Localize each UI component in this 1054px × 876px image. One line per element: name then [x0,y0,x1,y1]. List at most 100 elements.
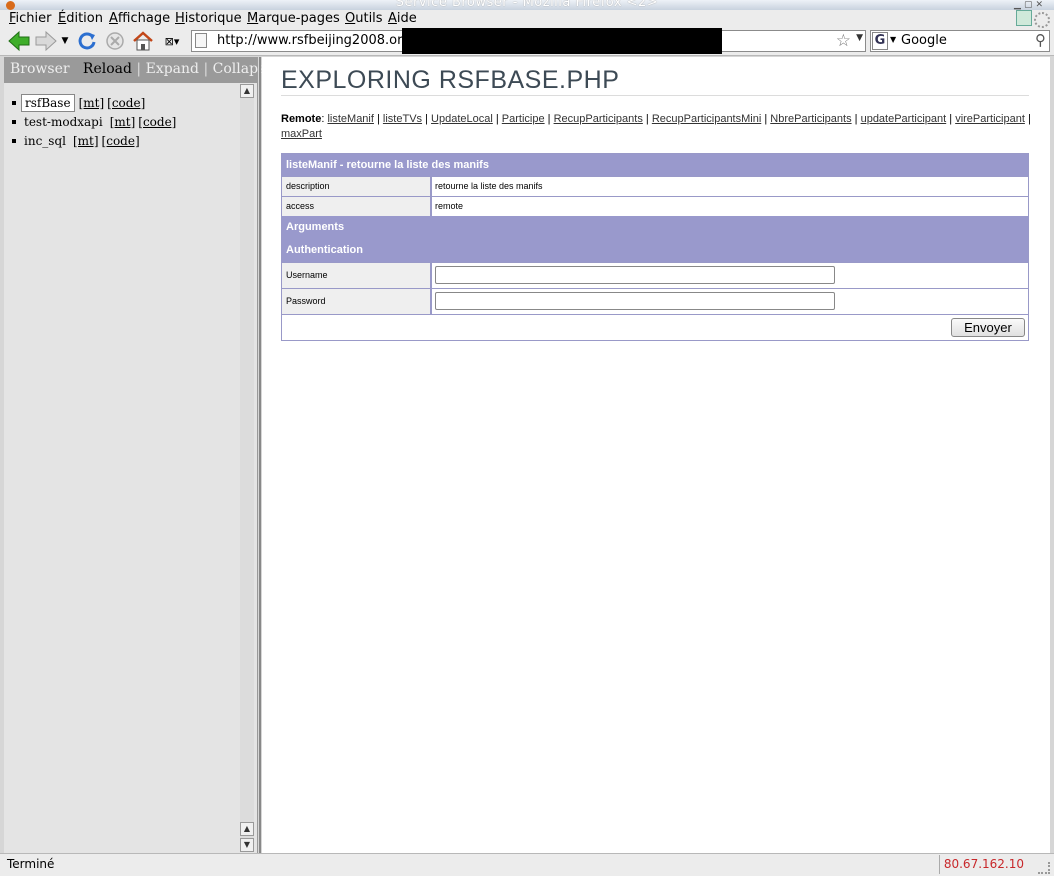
menu-outils[interactable]: Outils [345,11,383,26]
method-link[interactable]: UpdateLocal [431,113,493,125]
history-dropdown[interactable]: ▼ [59,30,71,52]
authentication-header: Authentication [282,239,1028,262]
username-row: Username [282,262,1028,288]
window-titlebar: Service Browser - Mozilla Firefox <2> ▁▢… [0,0,1054,10]
home-button[interactable] [130,30,156,52]
sidebar-scrollbar[interactable]: ▲ ▲ ▼ [240,84,254,852]
method-link[interactable]: NbreParticipants [770,113,851,125]
sidebar-header: Browser Reload | Expand | Collapse [4,57,274,83]
password-row: Password [282,288,1028,314]
method-link[interactable]: RecupParticipantsMini [652,113,761,125]
access-label: access [282,197,432,216]
envoyer-button[interactable]: Envoyer [951,318,1025,337]
page-title: EXPLORING RSFBASE.PHP [281,66,620,94]
extension-dropdown[interactable]: ⊠▾ [158,30,186,52]
bullet-icon [12,100,16,105]
separator: | [203,61,209,77]
resize-grip-icon[interactable] [1038,862,1050,874]
method-link[interactable]: listeTVs [383,113,422,125]
method-link[interactable]: updateParticipant [861,113,947,125]
reload-icon [78,32,96,50]
code-link[interactable]: [code] [107,96,145,110]
password-field[interactable] [435,292,835,310]
description-label: description [282,177,432,196]
remote-label: Remote [281,113,322,125]
scroll-down-icon[interactable]: ▼ [240,838,254,852]
tree-item-name[interactable]: inc_sql [21,133,69,149]
stop-icon [106,32,124,50]
scroll-up-icon[interactable]: ▲ [240,84,254,98]
search-bar[interactable]: G ▼ Google ⚲ [870,30,1050,52]
method-panel-header: listeManif - retourne la liste des manif… [282,154,1028,176]
password-cell [432,289,1028,314]
arguments-header: Arguments [282,216,1028,239]
mt-link[interactable]: [mt] [79,96,105,110]
access-value: remote [435,201,464,211]
title-divider [281,95,1029,96]
service-tree: rsfBase [mt] [code] test-modxapi [mt] [c… [12,93,179,150]
description-row: description retourne la liste des manifs [282,176,1028,196]
submit-row: Envoyer [282,314,1028,340]
sidebar-browser-link[interactable]: Browser [10,61,70,77]
search-icon[interactable]: ⚲ [1035,31,1046,49]
stop-button[interactable] [104,30,126,52]
description-value: retourne la liste des manifs [435,181,543,191]
bullet-icon [12,119,16,124]
remote-methods-list: Remote: listeManif | listeTVs | UpdateLo… [281,113,1031,140]
sidebar: Browser Reload | Expand | Collapse rsfBa… [4,57,274,853]
forward-button[interactable] [33,30,59,52]
separator: | [136,61,142,77]
back-arrow-icon [8,30,30,52]
tree-item-inc-sql: inc_sql [mt] [code] [12,131,179,150]
main-content: EXPLORING RSFBASE.PHP Remote: listeManif… [262,57,1050,853]
ip-address: 80.67.162.10 [938,855,1028,874]
menu-affichage[interactable]: Affichage [109,11,170,26]
search-engine-icon[interactable]: G [872,32,888,50]
search-engine-dropdown[interactable]: ▼ [890,35,896,44]
tree-item-test-modxapi: test-modxapi [mt] [code] [12,112,179,131]
tree-item-name[interactable]: rsfBase [21,93,75,112]
mt-link[interactable]: [mt] [73,134,99,148]
tree-item-name[interactable]: test-modxapi [21,114,106,130]
mt-link[interactable]: [mt] [110,115,136,129]
window-frame-right [1050,56,1054,854]
addon-icon[interactable] [1016,10,1032,26]
method-link[interactable]: RecupParticipants [554,113,643,125]
scroll-up-icon[interactable]: ▲ [240,822,254,836]
method-link[interactable]: vireParticipant [955,113,1025,125]
username-label: Username [282,263,432,288]
code-link[interactable]: [code] [102,134,140,148]
menu-aide[interactable]: Aide [388,11,417,26]
code-link[interactable]: [code] [138,115,176,129]
url-bar[interactable]: http://www.rsfbeijing2008.org/ ☆ ▼ [191,28,866,54]
method-link[interactable]: Participe [502,113,545,125]
bookmark-star-icon[interactable]: ☆ [836,31,851,51]
tree-item-rsfbase: rsfBase [mt] [code] [12,93,179,112]
throbber-icon [1034,12,1050,28]
window-controls[interactable]: ▁▢✕ [1014,0,1046,10]
password-label: Password [282,289,432,314]
bullet-icon [12,138,16,143]
username-field[interactable] [435,266,835,284]
method-panel: listeManif - retourne la liste des manif… [281,153,1029,341]
menu-marque-pages[interactable]: Marque-pages [247,11,340,26]
menu-historique[interactable]: Historique [175,11,242,26]
navigation-toolbar: ▼ ⊠▾ http://www.rsfbeijing2008.org/ ☆ ▼ … [0,28,1054,56]
menu-edition[interactable]: Édition [58,11,103,26]
status-bar: Terminé 80.67.162.10 [0,853,1054,876]
page-icon [195,33,207,48]
access-row: access remote [282,196,1028,216]
sidebar-expand-link[interactable]: Expand [146,61,199,77]
back-button[interactable] [6,30,32,52]
window-title: Service Browser - Mozilla Firefox <2> [395,0,659,10]
username-cell [432,263,1028,288]
url-dropdown[interactable]: ▼ [856,33,863,43]
menu-fichier[interactable]: Fichier [9,11,52,26]
sidebar-reload-link[interactable]: Reload [83,61,132,77]
search-input[interactable]: Google [901,33,947,48]
method-link[interactable]: listeManif [327,113,373,125]
method-link[interactable]: maxPart [281,128,322,140]
sidebar-splitter[interactable] [259,57,261,853]
reload-button[interactable] [76,30,98,52]
url-text[interactable]: http://www.rsfbeijing2008.org/ [217,33,415,48]
